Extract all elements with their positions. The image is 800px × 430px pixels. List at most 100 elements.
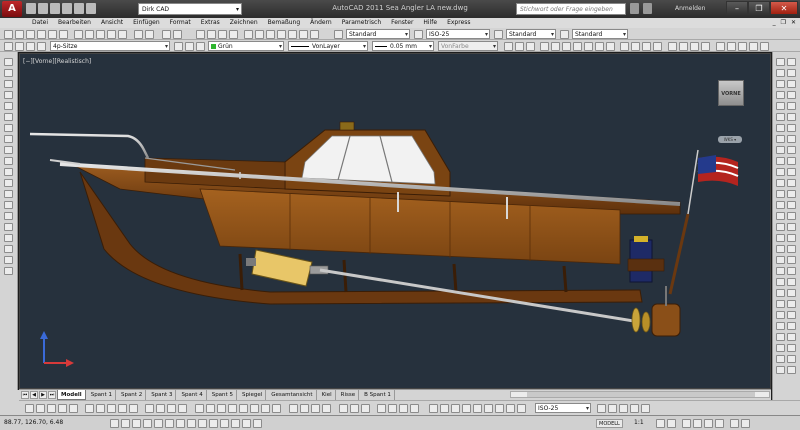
draworder-above-icon[interactable] xyxy=(167,404,176,413)
crossing-select-icon[interactable] xyxy=(58,404,67,413)
offset-icon[interactable] xyxy=(787,69,796,77)
ellipse-arc-icon[interactable] xyxy=(4,168,13,176)
osnap-midpoint-icon[interactable] xyxy=(787,146,796,154)
viewcube[interactable]: VORNE xyxy=(718,80,744,106)
scale-icon[interactable] xyxy=(787,91,796,99)
quick-properties-icon[interactable] xyxy=(242,419,251,428)
pyramid-icon[interactable] xyxy=(776,366,785,374)
status-menu-icon[interactable] xyxy=(730,419,739,428)
torus-icon[interactable] xyxy=(787,355,796,363)
copy-icon[interactable] xyxy=(85,30,94,39)
dim-jogged-icon[interactable] xyxy=(462,404,471,413)
object-snap-icon[interactable] xyxy=(165,419,174,428)
revolve-icon[interactable] xyxy=(787,289,796,297)
front-view-icon[interactable] xyxy=(595,42,604,51)
dim-update-icon[interactable] xyxy=(787,278,796,286)
doc-close-icon[interactable]: ✕ xyxy=(791,18,796,28)
dim-radius-icon[interactable] xyxy=(776,234,785,242)
add-selected-icon[interactable] xyxy=(4,267,13,275)
parametric-coincident-icon[interactable] xyxy=(195,404,204,413)
sweep-icon[interactable] xyxy=(776,322,785,330)
model-space-button[interactable]: MODELL xyxy=(596,419,623,428)
parametric-collinear-icon[interactable] xyxy=(206,404,215,413)
parametric-perpendicular-icon[interactable] xyxy=(250,404,259,413)
parametric-parallel-icon[interactable] xyxy=(239,404,248,413)
leader-icon[interactable] xyxy=(787,256,796,264)
dim-update-bottom-icon[interactable] xyxy=(597,404,606,413)
doc-restore-icon[interactable]: ❐ xyxy=(781,18,786,28)
color-select[interactable]: Grün xyxy=(208,41,284,51)
tab-b-spant-1[interactable]: B Spant 1 xyxy=(361,390,395,400)
zoom-window-icon[interactable] xyxy=(218,30,227,39)
properties-icon[interactable] xyxy=(244,30,253,39)
linetype-select[interactable]: VonLayer xyxy=(288,41,368,51)
tab-spant-3[interactable]: Spant 3 xyxy=(148,390,177,400)
tool-palettes-icon[interactable] xyxy=(266,30,275,39)
make-current-layer-icon[interactable] xyxy=(174,42,183,51)
next-tab-icon[interactable]: ▶ xyxy=(39,391,47,399)
table-style-select[interactable]: Standard xyxy=(506,29,556,39)
loft-icon[interactable] xyxy=(787,322,796,330)
copy-object-icon[interactable] xyxy=(787,58,796,66)
mesh-cone-icon[interactable] xyxy=(311,404,320,413)
ucs-icon[interactable] xyxy=(776,212,785,220)
transparency-icon[interactable] xyxy=(231,419,240,428)
parametric-fix-icon[interactable] xyxy=(228,404,237,413)
cylinder-icon[interactable] xyxy=(776,344,785,352)
block-editor-icon[interactable] xyxy=(118,30,127,39)
selection-cycling-icon[interactable] xyxy=(253,419,262,428)
sw-iso-icon[interactable] xyxy=(620,42,629,51)
mesh-sphere-icon[interactable] xyxy=(322,404,331,413)
osnap-nearest-icon[interactable] xyxy=(787,190,796,198)
find-icon[interactable] xyxy=(399,404,408,413)
hatch-icon[interactable] xyxy=(4,212,13,220)
ucs-world-icon[interactable] xyxy=(787,212,796,220)
list-icon[interactable] xyxy=(118,404,127,413)
pan-icon[interactable] xyxy=(196,30,205,39)
render-icon[interactable] xyxy=(716,42,725,51)
dim-style-bottom-select[interactable]: ISO-25 xyxy=(535,403,591,413)
gradient-icon[interactable] xyxy=(4,223,13,231)
break-icon[interactable] xyxy=(787,113,796,121)
array-icon[interactable] xyxy=(776,80,785,88)
tab-gesamtansicht[interactable]: Gesamtansicht xyxy=(268,390,317,400)
dim-aligned-icon[interactable] xyxy=(787,223,796,231)
dynamic-input-icon[interactable] xyxy=(209,419,218,428)
menu-item-parametrisch[interactable]: Parametrisch xyxy=(342,18,381,28)
dim-diameter-icon[interactable] xyxy=(787,234,796,242)
join-icon[interactable] xyxy=(776,124,785,132)
matchprop-icon[interactable] xyxy=(107,30,116,39)
osnap-tangent-icon[interactable] xyxy=(787,168,796,176)
tab-spant-5[interactable]: Spant 5 xyxy=(209,390,237,400)
wcs-menu-button[interactable]: WKS ▾ xyxy=(718,136,742,143)
search-input[interactable]: Stichwort oder Frage eingeben xyxy=(516,3,626,15)
visual-style-wire-icon[interactable] xyxy=(668,42,677,51)
polar-tracking-icon[interactable] xyxy=(154,419,163,428)
dim-arc-icon[interactable] xyxy=(451,404,460,413)
undo-icon[interactable] xyxy=(134,30,143,39)
orbit-icon[interactable] xyxy=(526,42,535,51)
text-icon[interactable] xyxy=(377,404,386,413)
extrude-icon[interactable] xyxy=(776,289,785,297)
dim-baseline-icon[interactable] xyxy=(787,245,796,253)
union-icon[interactable] xyxy=(776,300,785,308)
menu-item-hilfe[interactable]: Hilfe xyxy=(423,18,437,28)
quickcalc-icon[interactable] xyxy=(299,30,308,39)
3d-object-snap-icon[interactable] xyxy=(176,419,185,428)
polyline-icon[interactable] xyxy=(4,80,13,88)
menu-item-format[interactable]: Format xyxy=(170,18,191,28)
erase-icon[interactable] xyxy=(776,58,785,66)
draworder-back-icon[interactable] xyxy=(156,404,165,413)
smooth-less-icon[interactable] xyxy=(350,404,359,413)
mesh-cylinder-icon[interactable] xyxy=(300,404,309,413)
mesh-box-icon[interactable] xyxy=(289,404,298,413)
helix-icon[interactable] xyxy=(787,366,796,374)
tab-spant-1[interactable]: Spant 1 xyxy=(88,390,116,400)
tolerance-icon[interactable] xyxy=(776,267,785,275)
horizontal-scrollbar[interactable] xyxy=(510,391,770,398)
trim-icon[interactable] xyxy=(787,102,796,110)
mirror-icon[interactable] xyxy=(776,69,785,77)
cube-icon[interactable] xyxy=(504,42,513,51)
zoom-realtime-icon[interactable] xyxy=(207,30,216,39)
parametric-concentric-icon[interactable] xyxy=(217,404,226,413)
